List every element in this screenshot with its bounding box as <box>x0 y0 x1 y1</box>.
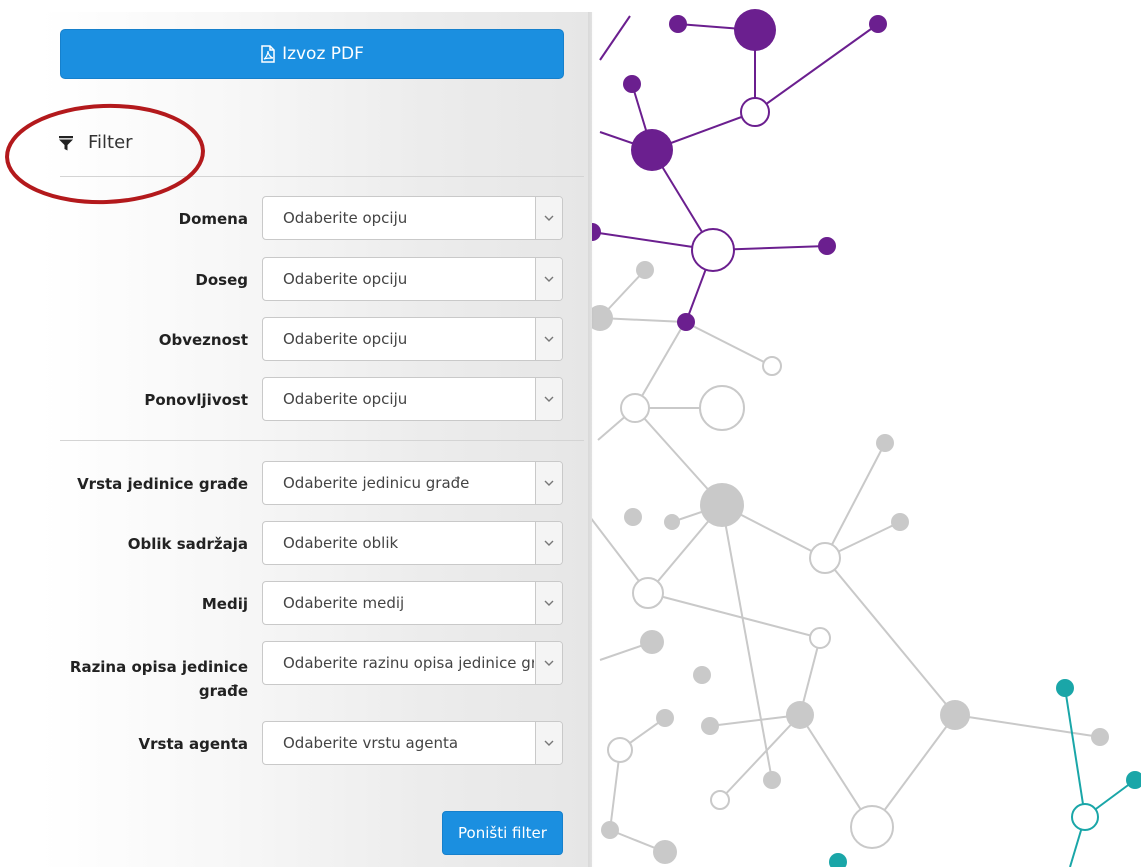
chevron-down-icon[interactable] <box>535 642 562 684</box>
medij-select-value: Odaberite medij <box>283 594 405 612</box>
medij-select[interactable]: Odaberite medij <box>262 581 563 625</box>
oblik-sadrzaja-label: Oblik sadržaja <box>127 535 248 553</box>
chevron-down-icon[interactable] <box>535 197 562 239</box>
export-pdf-button[interactable]: Izvoz PDF <box>60 29 564 79</box>
chevron-down-icon[interactable] <box>535 522 562 564</box>
chevron-down-icon[interactable] <box>535 378 562 420</box>
oblik-sadrzaja-select[interactable]: Odaberite oblik <box>262 521 563 565</box>
obveznost-select-value: Odaberite opciju <box>283 330 408 348</box>
doseg-select-value: Odaberite opciju <box>283 270 408 288</box>
chevron-down-icon[interactable] <box>535 318 562 360</box>
chevron-down-icon[interactable] <box>535 258 562 300</box>
doseg-label: Doseg <box>195 271 248 289</box>
vrsta-jedinice-select[interactable]: Odaberite jedinicu građe <box>262 461 563 505</box>
doseg-select[interactable]: Odaberite opciju <box>262 257 563 301</box>
vrsta-jedinice-label: Vrsta jedinice građe <box>77 475 248 493</box>
reset-filter-label: Poništi filter <box>458 824 547 842</box>
ponovljivost-label: Ponovljivost <box>144 391 248 409</box>
filter-heading: Filter <box>58 132 133 153</box>
ponovljivost-select[interactable]: Odaberite opciju <box>262 377 563 421</box>
export-pdf-label: Izvoz PDF <box>282 44 364 64</box>
vrsta-agenta-label: Vrsta agenta <box>138 735 248 753</box>
vrsta-agenta-select-value: Odaberite vrstu agenta <box>283 734 459 752</box>
divider <box>60 176 584 177</box>
chevron-down-icon[interactable] <box>535 722 562 764</box>
razina-opisa-select-value: Odaberite razinu opisa jedinice građe <box>283 654 534 672</box>
filter-sidebar: Izvoz PDF Filter Domena Odaberite opciju… <box>40 12 592 867</box>
domena-label: Domena <box>178 210 248 228</box>
obveznost-select[interactable]: Odaberite opciju <box>262 317 563 361</box>
filter-title: Filter <box>88 132 133 153</box>
funnel-icon <box>59 135 73 150</box>
chevron-down-icon[interactable] <box>535 582 562 624</box>
oblik-sadrzaja-select-value: Odaberite oblik <box>283 534 399 552</box>
chevron-down-icon[interactable] <box>535 462 562 504</box>
sidebar-shadow <box>588 12 594 867</box>
medij-label: Medij <box>201 595 248 613</box>
vrsta-agenta-select[interactable]: Odaberite vrstu agenta <box>262 721 563 765</box>
reset-filter-button[interactable]: Poništi filter <box>442 811 563 855</box>
domena-select-value: Odaberite opciju <box>283 209 408 227</box>
razina-opisa-select[interactable]: Odaberite razinu opisa jedinice građe <box>262 641 563 685</box>
pdf-file-icon <box>261 45 275 63</box>
razina-opisa-label: Razina opisa jedinice građe <box>69 658 248 700</box>
domena-select[interactable]: Odaberite opciju <box>262 196 563 240</box>
page-margin <box>0 0 40 867</box>
ponovljivost-select-value: Odaberite opciju <box>283 390 408 408</box>
vrsta-jedinice-select-value: Odaberite jedinicu građe <box>283 474 470 492</box>
divider <box>60 440 584 441</box>
obveznost-label: Obveznost <box>158 331 248 349</box>
